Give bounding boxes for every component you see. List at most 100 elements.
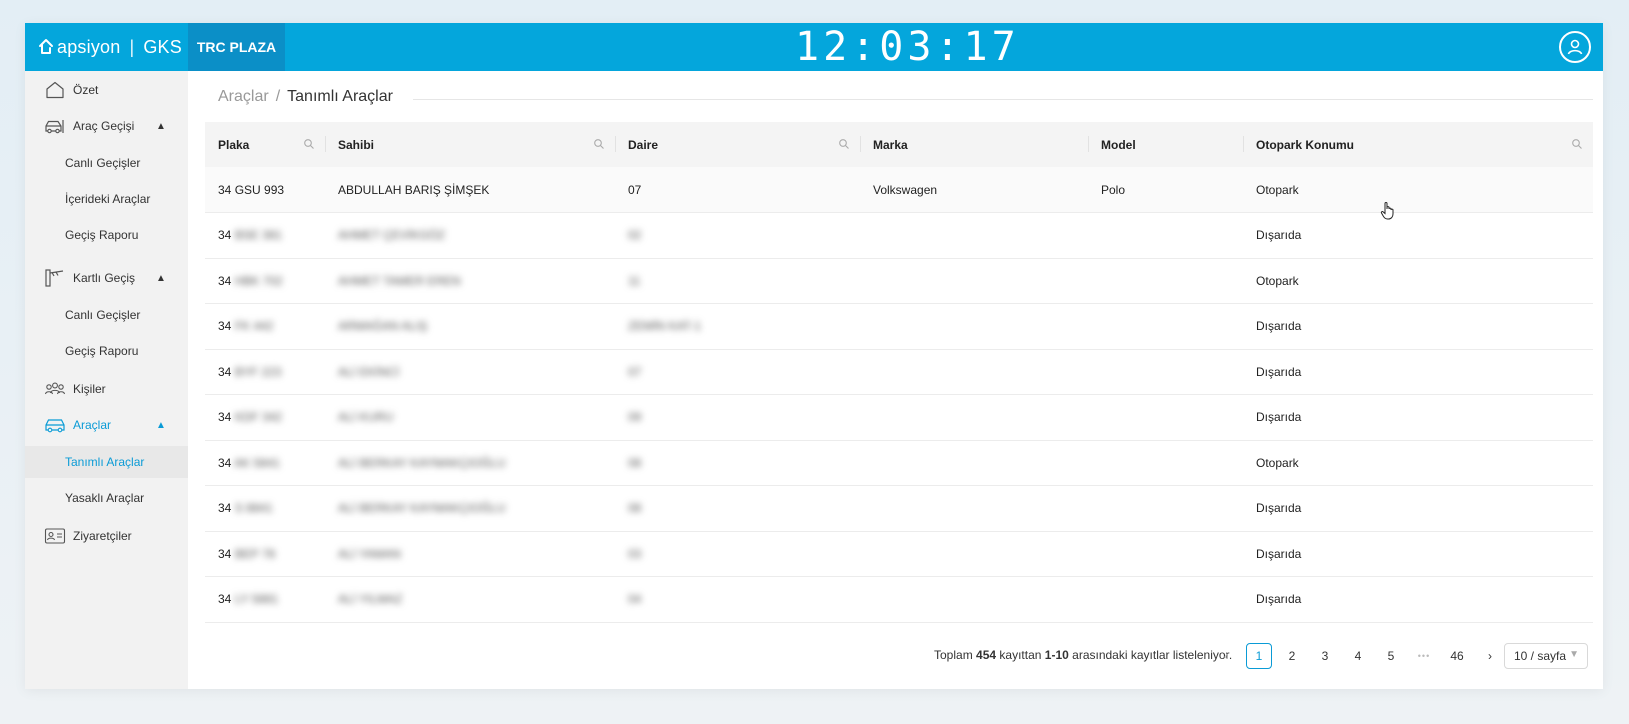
daire-value: 04 (628, 592, 642, 607)
daire-value: 08 (628, 501, 642, 516)
plaka-cell: 34 BYF 223 (205, 349, 325, 395)
plate-prefix: 34 (218, 546, 232, 561)
plaka-cell: 34 AK 5841 (205, 440, 325, 486)
marka-value: Volkswagen (873, 182, 938, 197)
sidebar-item-arac-gecisi[interactable]: Araç Geçişi ▲ (25, 112, 188, 140)
plaka-cell: 34 BEP 78 (205, 531, 325, 577)
table-row[interactable]: 34 KDF 342 ALİ KURU 09 Dışarıda (205, 395, 1593, 441)
sidebar-item-ozet[interactable]: Özet (25, 76, 188, 104)
page-button[interactable]: 2 (1279, 643, 1305, 669)
page-button[interactable]: 5 (1378, 643, 1404, 669)
sahibi-cell: AHMET ÇEVİKGÖZ (325, 213, 615, 259)
otopark-konumu-cell: Dışarıda (1243, 349, 1593, 395)
model-cell (1088, 577, 1243, 623)
column-header-plaka[interactable]: Plaka (205, 122, 325, 167)
chevron-up-icon[interactable]: ▲ (156, 420, 166, 431)
page-size-select[interactable]: 10 / sayfa ▼ (1504, 643, 1588, 669)
sidebar-item-label: Kişiler (73, 382, 106, 396)
daire-value: ZEMİN KAT-1 (628, 319, 702, 334)
column-header-marka[interactable]: Marka (860, 122, 1088, 167)
breadcrumb-divider (413, 99, 1593, 100)
column-label: Model (1101, 137, 1136, 152)
marka-cell (860, 486, 1088, 532)
table-row[interactable]: 34 LY 5881 ALİ YILMAZ 04 Dışarıda (205, 577, 1593, 623)
prev-page-button[interactable]: ‹ (1213, 643, 1239, 669)
sidebar-item-kartli-gecis[interactable]: Kartlı Geçiş ▲ (25, 264, 188, 292)
plate-prefix: 34 (218, 273, 232, 288)
column-label: Plaka (218, 137, 250, 152)
search-icon[interactable] (303, 138, 315, 150)
column-header-sahibi[interactable]: Sahibi (325, 122, 615, 167)
site-selector[interactable]: TRC PLAZA (188, 23, 285, 71)
main-content: Araçlar / Tanımlı Araçlar Plaka Sahibi D… (188, 71, 1603, 689)
search-icon[interactable] (1571, 138, 1583, 150)
sidebar-item-ziyaretciler[interactable]: Ziyaretçiler (25, 522, 188, 550)
plate-rest: BSE 381 (234, 228, 283, 243)
sahibi-cell: ALİ YAMAN (325, 531, 615, 577)
chevron-up-icon[interactable]: ▲ (156, 121, 166, 132)
column-label: Marka (873, 137, 908, 152)
sidebar-subitem-icerideki-araclar[interactable]: İçerideki Araçlar (25, 183, 188, 215)
column-label: Sahibi (338, 137, 375, 152)
column-header-model[interactable]: Model (1088, 122, 1243, 167)
daire-value: 09 (628, 410, 642, 425)
table-row[interactable]: 34 BYF 223 ALİ EKİNCİ 07 Dışarıda (205, 349, 1593, 395)
plaka-cell: 34 KDF 342 (205, 395, 325, 441)
sahibi-value: AHMET TAMER EREN (338, 273, 461, 288)
plate-rest: S 8841 (234, 501, 273, 516)
marka-cell (860, 531, 1088, 577)
breadcrumb-parent-link[interactable]: Araçlar (218, 88, 269, 106)
sahibi-cell: AHMET TAMER EREN (325, 258, 615, 304)
sahibi-cell: ALİ BERKAY KAYMAKÇIOĞLU (325, 486, 615, 532)
sidebar-subitem-canli-gecisler[interactable]: Canlı Geçişler (25, 147, 188, 179)
sahibi-cell: ABDULLAH BARIŞ ŞİMŞEK (325, 167, 615, 213)
column-header-daire[interactable]: Daire (615, 122, 860, 167)
top-bar: apsiyon | GKS TRC PLAZA 12:03:17 (25, 23, 1603, 71)
sidebar-subitem-gecis-raporu[interactable]: Geçiş Raporu (25, 335, 188, 367)
plate-prefix: 34 (218, 182, 232, 197)
plaka-cell: 34 BSE 381 (205, 213, 325, 259)
plate-prefix: 34 (218, 501, 232, 516)
sidebar-item-kisiler[interactable]: Kişiler (25, 375, 188, 403)
page-button[interactable]: 1 (1246, 643, 1272, 669)
sidebar-subitem-tanimli-araclar[interactable]: Tanımlı Araçlar (25, 446, 188, 478)
sahibi-value: ARMAĞAN ALIŞ (338, 319, 428, 334)
sahibi-value: ALİ EKİNCİ (338, 364, 400, 379)
page-button[interactable]: 46 (1444, 643, 1470, 669)
brand-separator: | (129, 36, 135, 57)
model-cell (1088, 304, 1243, 350)
table-row[interactable]: 34 S 8841 ALİ BERKAY KAYMAKÇIOĞLU 08 Dışarı… (205, 486, 1593, 532)
column-header-otopark-konumu[interactable]: Otopark Konumu (1243, 122, 1593, 167)
table-row[interactable]: 34 HBK 702 AHMET TAMER EREN 11 Otopark (205, 258, 1593, 304)
chevron-up-icon[interactable]: ▲ (156, 273, 166, 284)
sidebar-subitem-canli-gecisler[interactable]: Canlı Geçişler (25, 299, 188, 331)
sidebar-item-araclar[interactable]: Araçlar ▲ (25, 411, 188, 439)
table-row[interactable]: 34 BEP 78 ALİ YAMAN 03 Dışarıda (205, 531, 1593, 577)
column-divider (1088, 136, 1089, 152)
sidebar-subitem-gecis-raporu[interactable]: Geçiş Raporu (25, 219, 188, 251)
otopark-konumu-cell: Dışarıda (1243, 577, 1593, 623)
sahibi-cell: ARMAĞAN ALIŞ (325, 304, 615, 350)
digital-clock: 12:03:17 (795, 24, 1020, 70)
sidebar-subitem-yasakli-araclar[interactable]: Yasaklı Araçlar (25, 482, 188, 514)
search-icon[interactable] (838, 138, 850, 150)
marka-cell (860, 440, 1088, 486)
marka-cell (860, 304, 1088, 350)
sahibi-cell: ALİ KURU (325, 395, 615, 441)
table-row[interactable]: 34 FK 442 ARMAĞAN ALIŞ ZEMİN KAT-1 Dışarıda (205, 304, 1593, 350)
plate-rest: BEP 78 (234, 546, 276, 561)
table-row[interactable]: 34 AK 5841 ALİ BERKAY KAYMAKÇIOĞLU 08 Otopa… (205, 440, 1593, 486)
sahibi-cell: ALİ EKİNCİ (325, 349, 615, 395)
brand-logo[interactable]: apsiyon | GKS (37, 23, 182, 71)
user-profile-button[interactable] (1559, 31, 1591, 63)
page-ellipsis[interactable]: ••• (1411, 643, 1437, 669)
next-page-button[interactable]: › (1477, 643, 1503, 669)
search-icon[interactable] (593, 138, 605, 150)
sidebar-item-label: Araç Geçişi (73, 119, 135, 133)
sidebar-item-label: Özet (73, 83, 99, 97)
plate-prefix: 34 (218, 228, 232, 243)
breadcrumb: Araçlar / Tanımlı Araçlar (218, 88, 405, 106)
page-button[interactable]: 3 (1312, 643, 1338, 669)
otopark-konumu-value: Dışarıda (1256, 410, 1302, 425)
page-button[interactable]: 4 (1345, 643, 1371, 669)
